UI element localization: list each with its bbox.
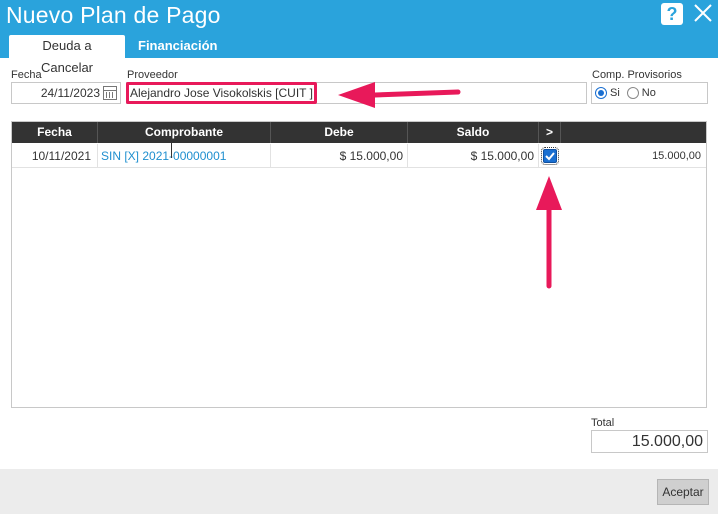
text-cursor [171,142,172,158]
radio-no-label[interactable]: No [642,83,656,103]
comp-provisorios-label: Comp. Provisorios [592,69,682,81]
proveedor-label: Proveedor [127,69,178,81]
deuda-grid: Fecha Comprobante Debe Saldo > 10/11/202… [11,121,707,408]
footer-bar [0,469,718,514]
window-title: Nuevo Plan de Pago [6,2,221,28]
col-header-fecha[interactable]: Fecha [12,122,98,143]
fecha-value: 24/11/2023 [40,86,100,100]
tab-financiacion[interactable]: Financiación [130,35,220,58]
tab-deuda-a-cancelar[interactable]: Deuda a Cancelar [9,35,125,75]
row-select-checkbox[interactable] [541,147,559,165]
accept-button[interactable]: Aceptar [657,479,709,505]
col-header-comprobante[interactable]: Comprobante [98,122,271,143]
radio-no[interactable] [626,87,639,99]
row-saldo: $ 15.000,00 [408,144,539,168]
row-fecha: 10/11/2021 [12,144,98,168]
annotation-highlight-box [126,82,317,104]
total-label: Total [591,417,615,429]
col-header-debe[interactable]: Debe [271,122,408,143]
radio-si-label[interactable]: Si [610,83,620,103]
comp-provisorios-radio-group: Si No [591,82,708,104]
grid-header: Fecha Comprobante Debe Saldo > [12,122,706,143]
help-icon[interactable]: ? [661,3,683,25]
checkbox-icon [545,152,555,161]
row-debe: $ 15.000,00 [271,144,408,168]
col-header-saldo[interactable]: Saldo [408,122,539,143]
close-icon[interactable] [692,2,714,24]
total-value: 15.000,00 [591,430,708,453]
col-header-select[interactable]: > [539,122,561,143]
row-importe: 15.000,00 [652,150,701,162]
radio-si[interactable] [595,87,607,99]
fecha-label: Fecha [11,69,42,81]
title-bar: Nuevo Plan de Pago ? Deuda a Cancelar Fi… [0,0,718,75]
row-comprobante-link[interactable]: SIN [X] 2021-00000001 [98,144,271,168]
calendar-icon[interactable] [103,86,117,100]
table-row[interactable]: 10/11/2021 SIN [X] 2021-00000001 $ 15.00… [12,144,706,168]
fecha-input[interactable]: 24/11/2023 [11,82,121,104]
